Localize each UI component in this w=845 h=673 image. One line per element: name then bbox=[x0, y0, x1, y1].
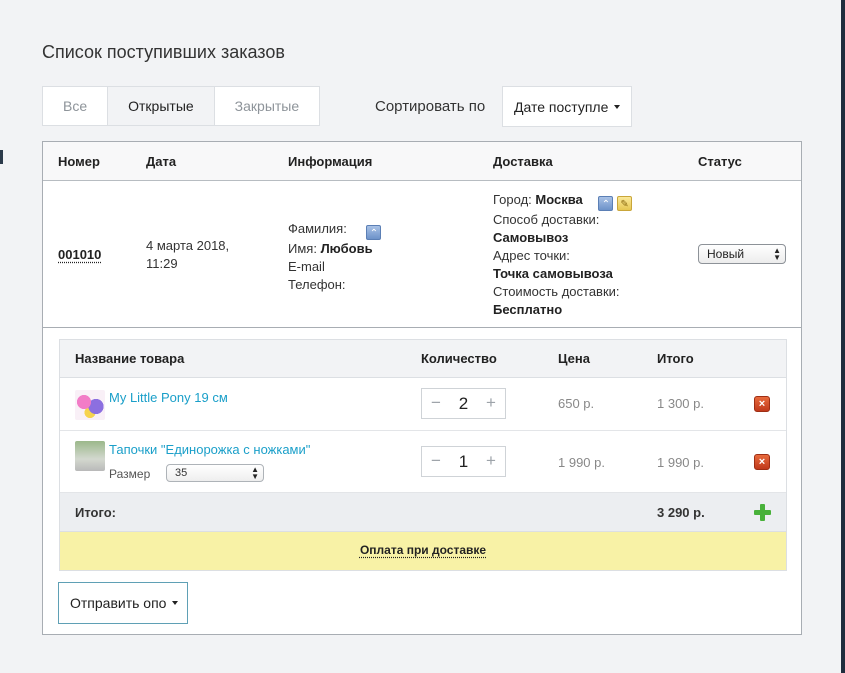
name-value: Любовь bbox=[320, 241, 373, 256]
collapse-icon[interactable]: ⌃ bbox=[598, 196, 614, 211]
product-thumbnail[interactable] bbox=[75, 441, 105, 471]
quantity-input[interactable] bbox=[448, 447, 479, 476]
size-select[interactable]: 35 ▲ ▼ bbox=[166, 464, 264, 482]
header-date: Дата bbox=[146, 154, 177, 169]
delivery-info: Город: Москва ⌃ ✎ Способ доставки: Самов… bbox=[493, 191, 633, 319]
orders-table-header: Номер Дата Информация Доставка Статус bbox=[43, 142, 801, 181]
sort-dropdown[interactable]: Дате поступле bbox=[502, 86, 632, 127]
sort-value: Дате поступле bbox=[514, 98, 609, 115]
tab-all[interactable]: Все bbox=[43, 87, 109, 125]
delete-icon[interactable]: × bbox=[754, 454, 770, 470]
items-header-name: Название товара bbox=[75, 351, 185, 366]
collapse-icon[interactable]: ⌃ bbox=[366, 225, 382, 240]
product-link[interactable]: My Little Pony 19 см bbox=[109, 390, 228, 405]
items-total-row: Итого: 3 290 р. bbox=[60, 493, 786, 532]
order-items-table: Название товара Количество Цена Итого My… bbox=[59, 339, 787, 571]
status-select[interactable]: Новый ▲ ▼ bbox=[698, 244, 786, 264]
item-row: Тапочки "Единорожка с ножками" Размер 35… bbox=[60, 431, 786, 493]
delivery-cost-value: Бесплатно bbox=[493, 302, 563, 317]
page-title: Список поступивших заказов bbox=[42, 42, 285, 62]
left-edge-marker bbox=[0, 150, 3, 164]
sort-label: Сортировать по bbox=[375, 98, 486, 115]
item-row: My Little Pony 19 см − + 650 р. 1 300 р.… bbox=[60, 378, 786, 431]
size-label: Размер bbox=[109, 467, 151, 481]
payment-method-link[interactable]: Оплата при доставке bbox=[360, 543, 486, 557]
item-total: 1 300 р. bbox=[657, 396, 704, 411]
header-number: Номер bbox=[58, 154, 100, 169]
item-price: 1 990 р. bbox=[558, 455, 605, 470]
updown-icon: ▲ ▼ bbox=[773, 246, 781, 262]
header-delivery: Доставка bbox=[493, 154, 553, 169]
items-total-value: 3 290 р. bbox=[657, 505, 705, 520]
items-header: Название товара Количество Цена Итого bbox=[60, 340, 786, 378]
name-label: Имя: bbox=[288, 241, 317, 256]
order-number-link[interactable]: 001010 bbox=[58, 247, 101, 262]
item-total: 1 990 р. bbox=[657, 455, 704, 470]
payment-row: Оплата при доставке bbox=[60, 532, 786, 570]
chevron-down-icon bbox=[172, 601, 179, 605]
size-value: 35 bbox=[175, 467, 188, 479]
updown-icon: ▲ ▼ bbox=[251, 465, 259, 481]
surname-label: Фамилия: bbox=[288, 221, 347, 236]
items-header-total: Итого bbox=[657, 351, 694, 366]
send-action-button[interactable]: Отправить опо bbox=[58, 582, 188, 624]
city-label: Город: bbox=[493, 192, 532, 207]
order-row: 001010 4 марта 2018, 11:29 Фамилия: ⌃ Им… bbox=[43, 181, 801, 328]
header-status: Статус bbox=[698, 154, 742, 169]
pickup-address-label: Адрес точки: bbox=[493, 248, 570, 263]
phone-label: Телефон: bbox=[288, 277, 346, 292]
status-value: Новый bbox=[707, 247, 745, 261]
tab-closed[interactable]: Закрытые bbox=[215, 87, 319, 125]
orders-table: Номер Дата Информация Доставка Статус 00… bbox=[42, 141, 802, 635]
pickup-address-value: Точка самовывоза bbox=[493, 266, 613, 281]
items-header-qty: Количество bbox=[421, 351, 497, 366]
quantity-stepper: − + bbox=[421, 388, 506, 419]
quantity-stepper: − + bbox=[421, 446, 506, 477]
edit-icon[interactable]: ✎ bbox=[617, 196, 633, 211]
item-price: 650 р. bbox=[558, 396, 595, 411]
items-header-price: Цена bbox=[558, 351, 590, 366]
send-action-label: Отправить опо bbox=[70, 595, 167, 611]
delivery-cost-label: Стоимость доставки: bbox=[493, 284, 620, 299]
order-filter-tabs: Все Открытые Закрытые bbox=[42, 86, 321, 126]
header-info: Информация bbox=[288, 154, 373, 169]
plus-icon[interactable]: + bbox=[479, 389, 503, 418]
product-thumbnail[interactable] bbox=[75, 390, 105, 420]
minus-icon[interactable]: − bbox=[424, 447, 448, 476]
items-total-label: Итого: bbox=[75, 505, 116, 520]
tab-open[interactable]: Открытые bbox=[108, 87, 215, 125]
email-label: E-mail bbox=[288, 259, 325, 274]
delete-icon[interactable]: × bbox=[754, 396, 770, 412]
order-date: 4 марта 2018, 11:29 bbox=[146, 238, 230, 271]
quantity-input[interactable] bbox=[448, 389, 479, 418]
plus-icon[interactable]: + bbox=[479, 447, 503, 476]
customer-info: Фамилия: ⌃ Имя: Любовь E-mail Телефон: bbox=[288, 220, 382, 294]
window-edge bbox=[841, 0, 845, 673]
delivery-method-label: Способ доставки: bbox=[493, 212, 600, 227]
add-item-icon[interactable] bbox=[754, 504, 771, 521]
product-link[interactable]: Тапочки "Единорожка с ножками" bbox=[109, 442, 310, 457]
minus-icon[interactable]: − bbox=[424, 389, 448, 418]
chevron-down-icon bbox=[614, 104, 621, 109]
delivery-method-value: Самовывоз bbox=[493, 230, 569, 245]
city-value: Москва bbox=[535, 192, 583, 207]
